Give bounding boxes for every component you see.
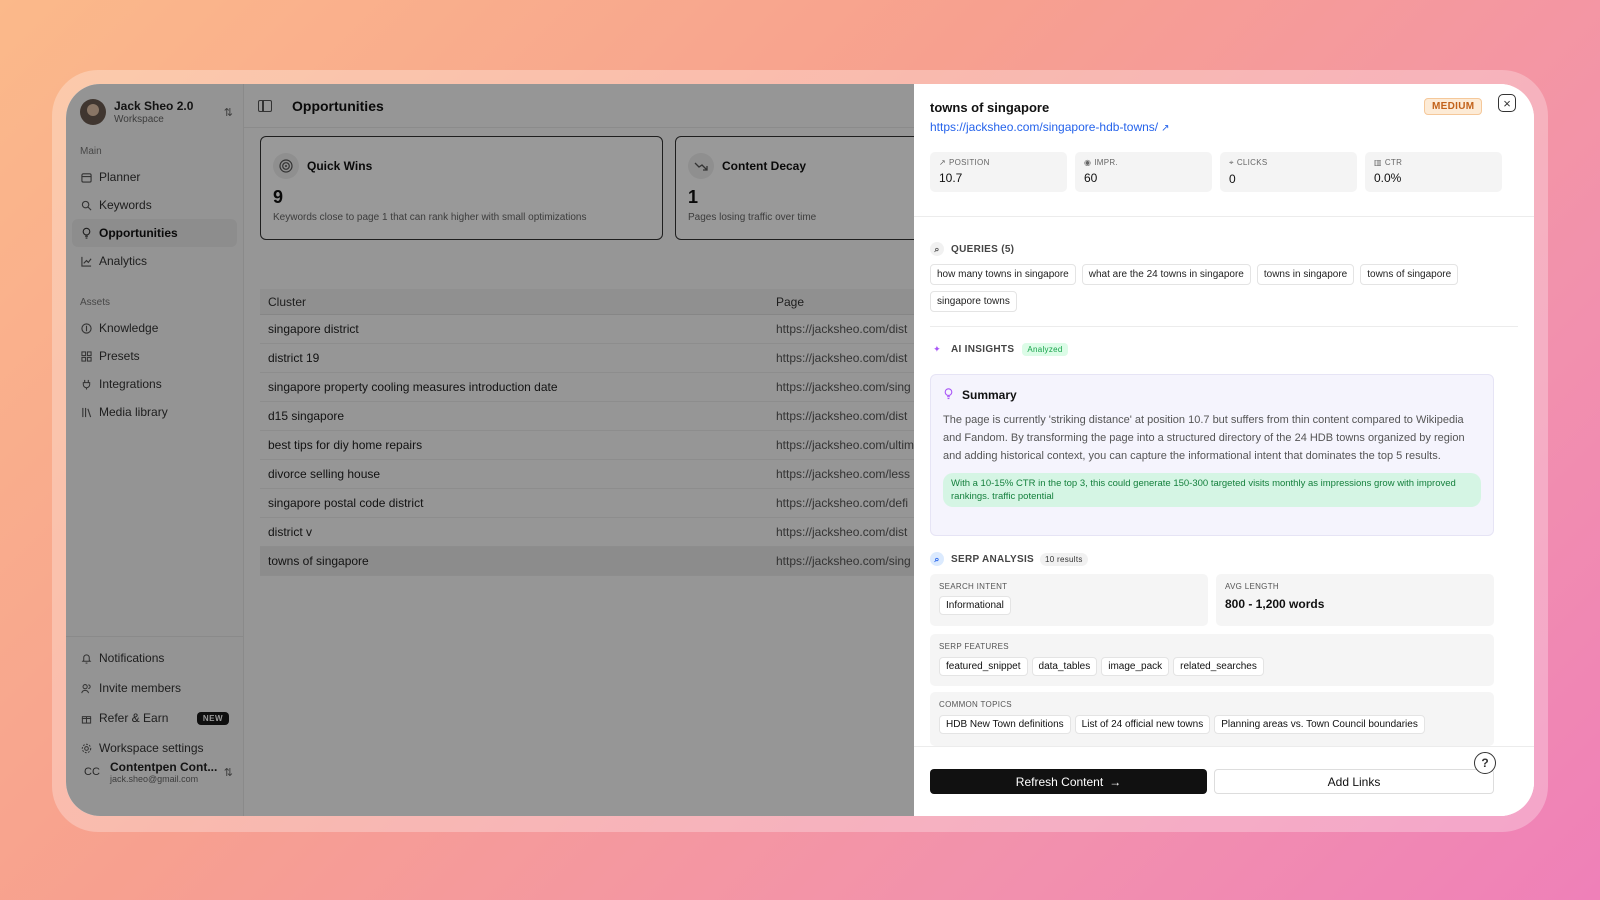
search-icon: ⌕ [930, 552, 944, 566]
lightbulb-icon [943, 387, 954, 403]
query-chip[interactable]: singapore towns [930, 291, 1017, 312]
priority-badge: MEDIUM [1424, 98, 1483, 115]
metric-value: 10.7 [939, 171, 963, 185]
metric-value: 60 [1084, 171, 1098, 185]
metric-impressions: ◉ IMPR. 60 [1075, 152, 1212, 192]
metric-clicks: ⌖ CLICKS 0 [1220, 152, 1357, 192]
metric-label: CLICKS [1236, 158, 1268, 167]
topic-chip: Planning areas vs. Town Council boundari… [1214, 715, 1425, 734]
search-intent-label: SEARCH INTENT [939, 582, 1008, 591]
query-chip[interactable]: towns in singapore [1256, 264, 1355, 285]
metrics-row: ↗ POSITION 10.7 ◉ IMPR. 60 ⌖ CLICKS 0 ▥ CTR … [930, 152, 1502, 192]
query-chip[interactable]: towns of singapore [1360, 264, 1459, 285]
sparkles-icon: ✦ [933, 343, 941, 354]
queries-list: how many towns in singapore what are the… [930, 264, 1510, 312]
queries-header: ⌕ QUERIES (5) [930, 242, 1014, 256]
modal-backdrop[interactable] [66, 84, 914, 816]
avg-length-value: 800 - 1,200 words [1225, 597, 1325, 611]
refresh-content-button[interactable]: Refresh Content → [930, 769, 1207, 794]
serp-stats-row: SEARCH INTENT Informational AVG LENGTH 8… [930, 574, 1494, 626]
eye-icon: ◉ [1084, 158, 1092, 167]
summary-title: Summary [962, 388, 1017, 402]
search-intent-value: Informational [939, 596, 1011, 615]
trend-up-icon: ↗ [939, 158, 947, 167]
metric-ctr: ▥ CTR 0.0% [1365, 152, 1502, 192]
divider [914, 216, 1534, 217]
detail-footer: Refresh Content → Add Links [914, 746, 1534, 816]
summary-text: The page is currently 'striking distance… [943, 414, 1465, 462]
detail-title: towns of singapore [930, 100, 1050, 115]
metric-label: POSITION [949, 158, 990, 167]
serp-feature-chip: image_pack [1101, 657, 1170, 676]
add-links-button[interactable]: Add Links [1214, 769, 1494, 794]
detail-url-link[interactable]: https://jacksheo.com/singapore-hdb-towns… [930, 120, 1170, 134]
results-count-badge: 10 results [1040, 552, 1088, 566]
external-link-icon: ↗ [1161, 123, 1170, 134]
detail-url-text: https://jacksheo.com/singapore-hdb-towns… [930, 120, 1159, 134]
close-button[interactable]: × [1498, 94, 1516, 112]
topic-chip: List of 24 official new towns [1074, 715, 1211, 734]
serp-features-box: SERP FEATURES featured_snippet data_table… [930, 634, 1494, 686]
analyzed-badge: Analyzed [1022, 342, 1068, 356]
serp-feature-chip: related_searches [1173, 657, 1264, 676]
detail-panel: towns of singapore https://jacksheo.com/… [914, 84, 1534, 816]
bar-chart-icon: ▥ [1374, 158, 1382, 167]
query-chip[interactable]: what are the 24 towns in singapore [1081, 264, 1251, 285]
ai-insights-header: ✦ AI INSIGHTS Analyzed [930, 342, 1068, 356]
serp-feature-chip: featured_snippet [939, 657, 1028, 676]
summary-card: Summary The page is currently 'striking … [930, 374, 1494, 536]
app-window: Jack Sheo 2.0 Workspace ⇅ Main Planner K… [66, 84, 1534, 816]
avg-length-label: AVG LENGTH [1225, 582, 1279, 591]
button-label: Refresh Content [1015, 774, 1104, 789]
common-topics-label: COMMON TOPICS [939, 700, 1012, 709]
metric-value: 0 [1229, 172, 1236, 186]
button-label: Add Links [1327, 774, 1381, 789]
query-chip[interactable]: how many towns in singapore [930, 264, 1076, 285]
search-icon: ⌕ [930, 242, 944, 256]
arrow-right-icon: → [1109, 774, 1122, 789]
metric-value: 0.0% [1374, 171, 1402, 185]
question-icon: ? [1481, 756, 1489, 770]
close-icon: × [1503, 95, 1511, 111]
metric-position: ↗ POSITION 10.7 [930, 152, 1067, 192]
help-button[interactable]: ? [1474, 752, 1496, 774]
topic-chip: HDB New Town definitions [939, 715, 1071, 734]
serp-analysis-header: ⌕ SERP ANALYSIS 10 results [930, 552, 1088, 566]
queries-label: QUERIES (5) [951, 243, 1015, 255]
serp-feature-chip: data_tables [1031, 657, 1098, 676]
metric-label: IMPR. [1094, 158, 1119, 167]
cursor-icon: ⌖ [1229, 158, 1234, 167]
avg-length-box: AVG LENGTH 800 - 1,200 words [1216, 574, 1494, 626]
serp-features-label: SERP FEATURES [939, 642, 1009, 651]
ai-insights-label: AI INSIGHTS [951, 343, 1015, 355]
divider [930, 326, 1518, 327]
common-topics-box: COMMON TOPICS HDB New Town definitions Li… [930, 692, 1494, 746]
serp-analysis-label: SERP ANALYSIS [951, 553, 1035, 565]
search-intent-box: SEARCH INTENT Informational [930, 574, 1208, 626]
traffic-potential-note: With a 10-15% CTR in the top 3, this cou… [943, 473, 1481, 507]
metric-label: CTR [1384, 158, 1403, 167]
